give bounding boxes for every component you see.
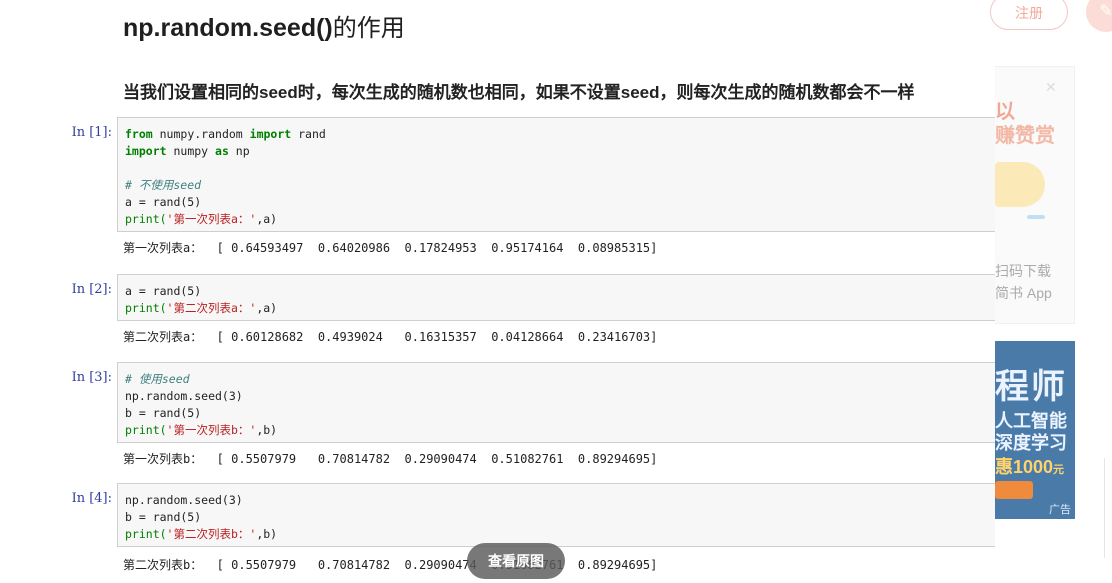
code-cell-1[interactable]: from numpy.random import rand import num… xyxy=(117,117,995,232)
ad-price: 惠1000元 xyxy=(995,453,1064,479)
cell-output-2: 第二次列表a： [ 0.60128682 0.4939024 0.1631535… xyxy=(123,330,658,344)
article-subtitle: 当我们设置相同的seed时，每次生成的随机数也相同，如果不设置seed，则每次生… xyxy=(123,83,915,102)
code-cell-4[interactable]: np.random.seed(3) b = rand(5) print('第二次… xyxy=(117,483,995,547)
ad-label: 广告 xyxy=(1049,504,1071,516)
code-cell-2[interactable]: a = rand(5) print('第二次列表a：',a) xyxy=(117,274,995,321)
code-text: ,b) xyxy=(256,527,278,541)
cell-output-1: 第一次列表a： [ 0.64593497 0.64020986 0.178249… xyxy=(123,241,658,255)
code-line: a = rand(5) xyxy=(125,195,202,209)
cell-prompt-4: In [4]: xyxy=(71,491,112,506)
qr-caption: 扫码下载 xyxy=(995,263,1051,279)
article-title-suffix: 的作用 xyxy=(332,14,405,42)
code-comment: # 使用seed xyxy=(125,372,190,386)
code-line: print('第二次列表b：',b) xyxy=(125,526,995,543)
close-icon[interactable]: ✕ xyxy=(1045,79,1057,96)
string: '第一次列表b：' xyxy=(166,423,257,437)
code-text: numpy.random xyxy=(152,127,250,141)
keyword: as xyxy=(215,144,229,158)
code-text: numpy xyxy=(166,144,216,158)
article-title-code: np.random.seed() xyxy=(123,14,333,42)
article-title: np.random.seed()的作用 xyxy=(123,8,405,43)
cell-output-3: 第一次列表b： [ 0.5507979 0.70814782 0.2909047… xyxy=(123,452,658,466)
app-download-card[interactable]: ✕ 以 赚赞赏 扫码下载 简书 App xyxy=(995,66,1075,324)
keyword: import xyxy=(125,144,167,158)
promo-text: 赚赞赏 xyxy=(995,125,1055,147)
ad-banner[interactable]: 程师 人工智能 深度学习 惠1000元 广告 xyxy=(995,341,1075,519)
divider xyxy=(1104,458,1112,558)
code-line: print('第二次列表a：',a) xyxy=(125,300,995,317)
code-line: import numpy as np xyxy=(125,143,995,160)
decor-dash xyxy=(1027,215,1045,219)
ad-price-value: 惠1000 xyxy=(995,457,1054,477)
ad-line: 深度学习 xyxy=(995,433,1067,453)
cell-prompt-1: In [1]: xyxy=(71,125,112,140)
builtin: print( xyxy=(125,423,167,437)
builtin: print( xyxy=(125,212,167,226)
code-line: from numpy.random import rand xyxy=(125,126,995,143)
keyword: from xyxy=(125,127,153,141)
code-cell-3[interactable]: # 使用seed np.random.seed(3) b = rand(5) p… xyxy=(117,362,995,443)
code-text: ,b) xyxy=(256,423,278,437)
code-line: b = rand(5) xyxy=(125,510,202,524)
cell-prompt-2: In [2]: xyxy=(71,282,112,297)
code-line: np.random.seed(3) xyxy=(125,493,243,507)
builtin: print( xyxy=(125,527,167,541)
string: '第二次列表a：' xyxy=(166,301,257,315)
keyword: import xyxy=(249,127,292,141)
builtin: print( xyxy=(125,301,167,315)
ad-cta-button[interactable] xyxy=(995,481,1033,499)
ad-price-unit: 元 xyxy=(1053,464,1065,476)
promo-illustration xyxy=(995,162,1045,207)
code-text: ,a) xyxy=(256,212,278,226)
register-button[interactable]: 注册 xyxy=(990,0,1068,30)
code-line: np.random.seed(3) xyxy=(125,389,243,403)
code-text: rand xyxy=(291,127,326,141)
ad-headline: 程师 xyxy=(995,368,1067,406)
code-line: b = rand(5) xyxy=(125,406,202,420)
code-line: a = rand(5) xyxy=(125,284,202,298)
cell-output-4: 第二次列表b： [ 0.5507979 0.70814782 0.2909047… xyxy=(123,558,658,572)
string: '第二次列表b：' xyxy=(166,527,257,541)
code-text: np xyxy=(228,144,250,158)
code-comment: # 不使用seed xyxy=(125,178,202,192)
string: '第一次列表a：' xyxy=(166,212,257,226)
view-original-button[interactable]: 查看原图 xyxy=(467,543,565,579)
code-line: print('第一次列表b：',b) xyxy=(125,422,995,439)
pen-icon: ✎ xyxy=(1099,3,1112,20)
code-line: print('第一次列表a：',a) xyxy=(125,211,995,228)
cell-prompt-3: In [3]: xyxy=(71,370,112,385)
code-text: ,a) xyxy=(256,301,278,315)
qr-caption: 简书 App xyxy=(995,285,1052,301)
